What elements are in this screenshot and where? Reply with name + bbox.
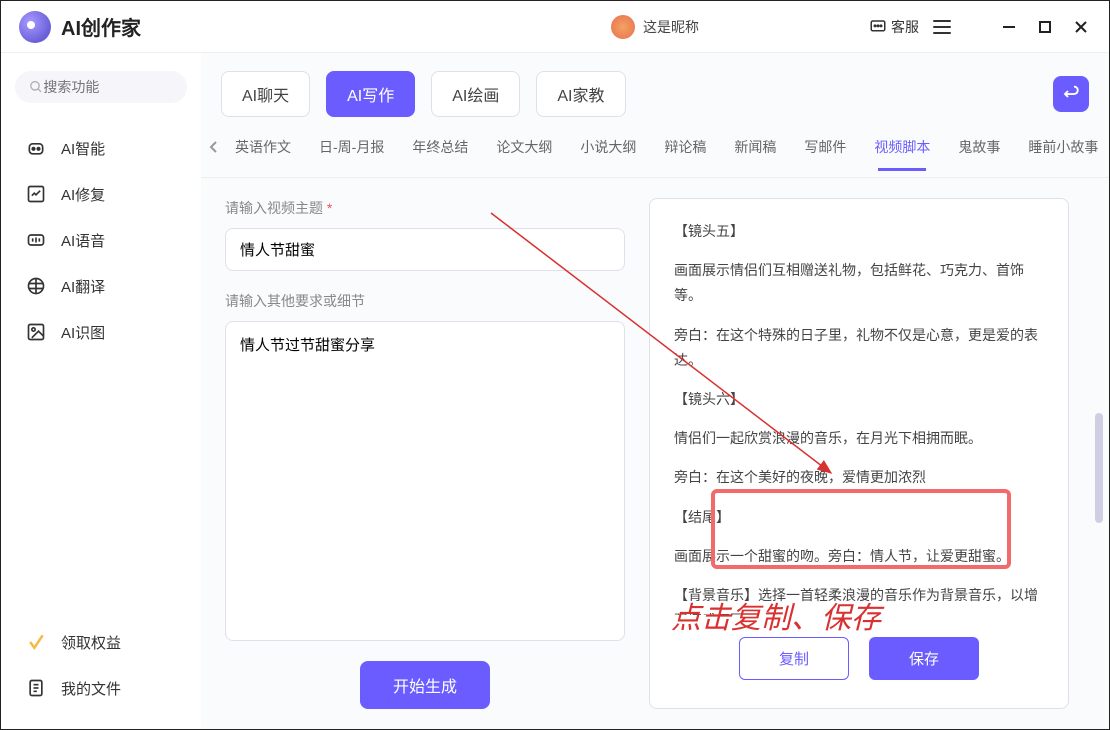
save-button[interactable]: 保存: [869, 637, 979, 680]
arrow-return-icon: [1062, 85, 1080, 103]
chevron-left-icon[interactable]: [209, 136, 219, 158]
output-line: 【镜头五】: [674, 219, 1044, 244]
check-icon: [25, 631, 47, 653]
sidebar-item-ai-voice[interactable]: AI语音: [15, 217, 187, 263]
input-column: 请输入视频主题 * 请输入其他要求或细节 开始生成: [225, 198, 625, 709]
sidebar-item-benefits[interactable]: 领取权益: [15, 619, 187, 665]
subnav-item[interactable]: 写邮件: [792, 133, 858, 161]
voice-icon: [25, 229, 47, 251]
sidebar-item-ai-intelligence[interactable]: AI智能: [15, 125, 187, 171]
customer-service-button[interactable]: 客服: [869, 17, 919, 37]
subnav-item[interactable]: 论文大纲: [484, 133, 564, 161]
search-icon: [29, 79, 43, 95]
tab-painting[interactable]: AI绘画: [431, 71, 520, 117]
chat-bubble-icon: [869, 18, 887, 36]
subnav-item[interactable]: 睡前小故事: [1016, 133, 1109, 161]
scrollbar-thumb[interactable]: [1095, 413, 1103, 523]
template-subnav: 英语作文 日-周-月报 年终总结 论文大纲 小说大纲 辩论稿 新闻稿 写邮件 视…: [201, 117, 1109, 178]
file-icon: [25, 677, 47, 699]
sidebar-item-files[interactable]: 我的文件: [15, 665, 187, 711]
user-avatar[interactable]: [611, 15, 635, 39]
close-button[interactable]: [1063, 9, 1099, 45]
subnav-item[interactable]: 年终总结: [400, 133, 480, 161]
topic-input[interactable]: [225, 228, 625, 271]
output-line: 画面展示情侣们互相赠送礼物，包括鲜花、巧克力、首饰等。: [674, 258, 1044, 308]
minimize-button[interactable]: [991, 9, 1027, 45]
topic-label: 请输入视频主题 *: [225, 198, 625, 218]
tab-chat[interactable]: AI聊天: [221, 71, 310, 117]
translate-icon: [25, 275, 47, 297]
sidebar-item-label: AI修复: [61, 184, 105, 205]
app-logo-icon: [19, 11, 51, 43]
script-output[interactable]: 【镜头五】 画面展示情侣们互相赠送礼物，包括鲜花、巧克力、首饰等。 旁白：在这个…: [674, 219, 1044, 615]
subnav-item[interactable]: 鬼故事: [946, 133, 1012, 161]
output-line: 旁白：在这个美好的夜晚，爱情更加浓烈: [674, 465, 1044, 490]
output-line: 【结尾】: [674, 505, 1044, 530]
titlebar: AI创作家 这是昵称 客服: [1, 1, 1109, 53]
subnav-item[interactable]: 日-周-月报: [307, 133, 396, 161]
category-tabs: AI聊天 AI写作 AI绘画 AI家教: [201, 53, 1109, 117]
sidebar: AI智能 AI修复 AI语音 AI翻译 AI识图 领取权益: [1, 53, 201, 729]
output-actions: 复制 保存: [674, 615, 1044, 688]
subnav-item[interactable]: 小说大纲: [568, 133, 648, 161]
subnav-item-active[interactable]: 视频脚本: [862, 133, 942, 161]
sidebar-item-ai-translate[interactable]: AI翻译: [15, 263, 187, 309]
output-panel: 【镜头五】 画面展示情侣们互相赠送礼物，包括鲜花、巧克力、首饰等。 旁白：在这个…: [649, 198, 1069, 709]
output-line: 【背景音乐】选择一首轻柔浪漫的音乐作为背景音乐，以增强情感氛围。: [674, 583, 1044, 615]
sidebar-item-ai-repair[interactable]: AI修复: [15, 171, 187, 217]
sidebar-item-label: AI识图: [61, 322, 105, 343]
detail-textarea[interactable]: [225, 321, 625, 641]
copy-button[interactable]: 复制: [739, 637, 849, 680]
main-area: AI聊天 AI写作 AI绘画 AI家教 英语作文 日-周-月报 年终总结 论文大…: [201, 53, 1109, 729]
tab-tutor[interactable]: AI家教: [536, 71, 625, 117]
user-nickname[interactable]: 这是昵称: [643, 17, 699, 37]
subnav-item[interactable]: 新闻稿: [722, 133, 788, 161]
output-line: 画面展示一个甜蜜的吻。旁白：情人节，让爱更甜蜜。: [674, 544, 1044, 569]
search-input[interactable]: [43, 79, 173, 95]
subnav-item[interactable]: 英语作文: [223, 133, 303, 161]
maximize-button[interactable]: [1027, 9, 1063, 45]
output-line: 情侣们一起欣赏浪漫的音乐，在月光下相拥而眠。: [674, 426, 1044, 451]
subnav-item[interactable]: 辩论稿: [652, 133, 718, 161]
image-icon: [25, 321, 47, 343]
sidebar-item-label: AI智能: [61, 138, 105, 159]
output-line: 旁白：在这个特殊的日子里，礼物不仅是心意，更是爱的表达。: [674, 323, 1044, 373]
generate-button[interactable]: 开始生成: [360, 661, 490, 709]
detail-label: 请输入其他要求或细节: [225, 291, 625, 311]
wand-icon: [25, 183, 47, 205]
back-button[interactable]: [1053, 76, 1089, 112]
scrollbar-track: [1095, 253, 1103, 705]
hamburger-menu-icon[interactable]: [933, 20, 951, 34]
sidebar-item-label: AI语音: [61, 230, 105, 251]
customer-service-label: 客服: [891, 17, 919, 37]
sidebar-item-label: 我的文件: [61, 678, 121, 699]
search-box[interactable]: [15, 71, 187, 103]
tab-writing[interactable]: AI写作: [326, 71, 415, 117]
app-title: AI创作家: [61, 12, 141, 41]
output-line: 【镜头六】: [674, 387, 1044, 412]
robot-icon: [25, 137, 47, 159]
sidebar-item-ai-image[interactable]: AI识图: [15, 309, 187, 355]
sidebar-item-label: 领取权益: [61, 632, 121, 653]
sidebar-item-label: AI翻译: [61, 276, 105, 297]
